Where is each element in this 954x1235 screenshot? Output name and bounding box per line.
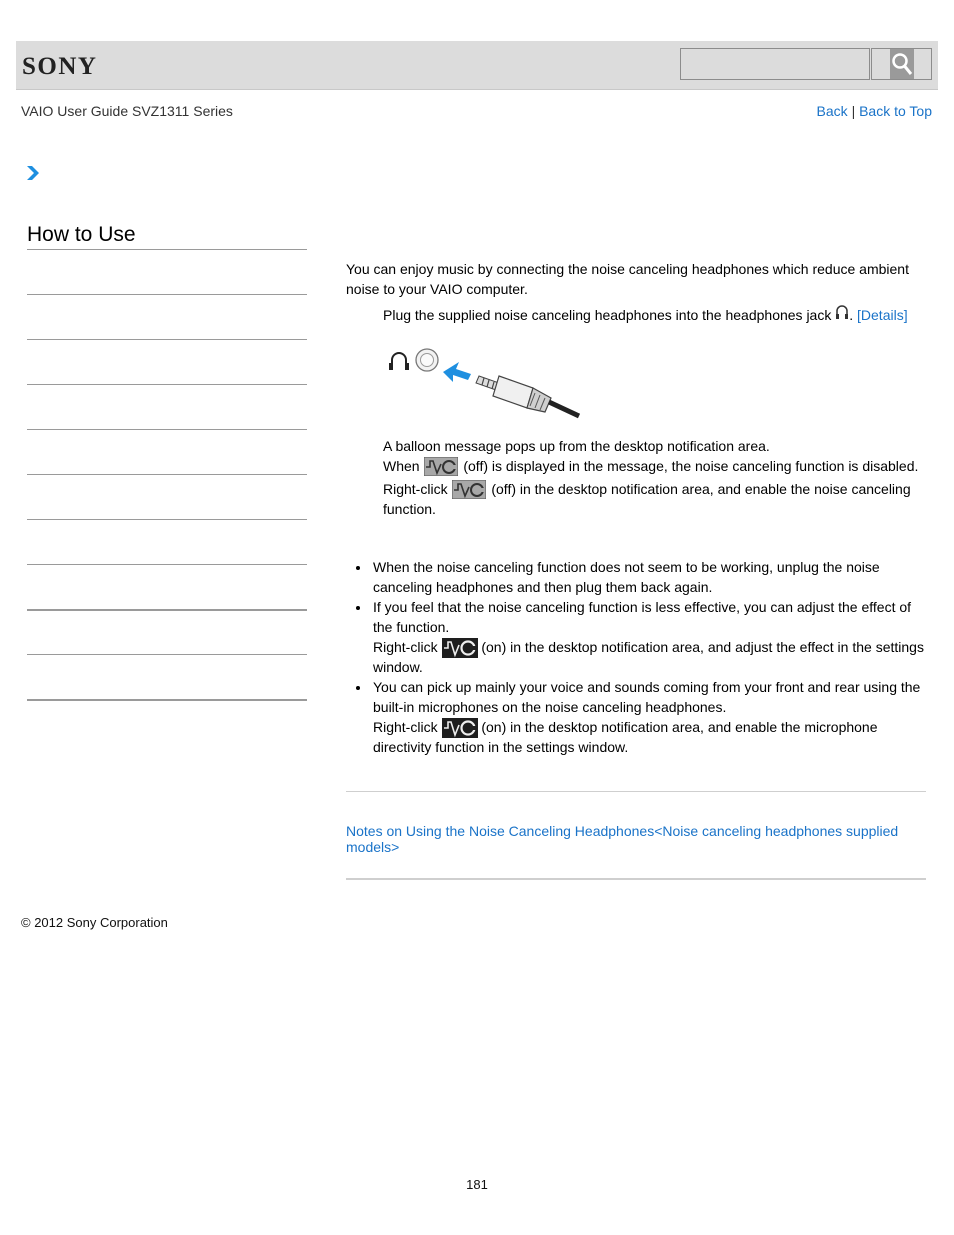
step-1-text: Plug the supplied noise canceling headph… (383, 307, 832, 323)
headphones-symbol (389, 352, 409, 370)
noise-canceling-off-icon (451, 479, 487, 500)
intro-text: You can enjoy music by connecting the no… (346, 261, 909, 297)
sidebar-item[interactable] (27, 384, 307, 429)
search-input[interactable] (680, 48, 870, 80)
divider (346, 791, 926, 792)
back-to-top-link[interactable]: Back to Top (859, 103, 932, 119)
right-click-text: Right-click (383, 481, 448, 497)
blue-arrow (443, 362, 471, 382)
related-link-noise-canceling-notes[interactable]: Notes on Using the Noise Canceling Headp… (346, 823, 898, 855)
sidebar-item[interactable] (27, 519, 307, 564)
noise-canceling-off-icon (423, 456, 459, 477)
note-item: When the noise canceling function does n… (356, 557, 926, 597)
search-button[interactable] (871, 48, 932, 80)
intro-paragraph: You can enjoy music by connecting the no… (346, 259, 926, 299)
note-text: You can pick up mainly your voice and so… (373, 679, 921, 715)
sidebar (27, 249, 307, 701)
notes-list: When the noise canceling function does n… (356, 557, 926, 757)
note-text: When the noise canceling function does n… (373, 559, 880, 595)
right-click-text: Right-click (373, 719, 438, 735)
headphone-jack-illustration (383, 340, 583, 425)
divider (346, 878, 926, 880)
details-link[interactable]: [Details] (857, 307, 908, 323)
when-text: When (383, 458, 420, 474)
noise-canceling-on-icon (442, 717, 479, 738)
step-1: Plug the supplied noise canceling headph… (383, 305, 928, 325)
top-links: Back | Back to Top (817, 103, 932, 119)
note-item: If you feel that the noise canceling fun… (356, 597, 926, 677)
note-text: If you feel that the noise canceling fun… (373, 599, 912, 635)
step-1-period: . (849, 307, 854, 323)
jack-port (415, 348, 439, 372)
sidebar-item[interactable] (27, 609, 307, 654)
sidebar-divider (27, 699, 307, 701)
sidebar-item[interactable] (27, 564, 307, 609)
back-link[interactable]: Back (817, 103, 848, 119)
sidebar-item[interactable] (27, 339, 307, 384)
note-item: You can pick up mainly your voice and so… (356, 677, 926, 757)
headphones-icon (835, 304, 849, 325)
copyright: © 2012 Sony Corporation (21, 915, 168, 930)
related-topics: Notes on Using the Noise Canceling Headp… (346, 823, 926, 855)
step-2: A balloon message pops up from the deskt… (383, 436, 928, 519)
header-bar: SONY (16, 41, 938, 90)
plug (475, 375, 581, 419)
page-number: 181 (466, 1177, 488, 1192)
sidebar-item[interactable] (27, 429, 307, 474)
sidebar-title: How to Use (27, 223, 136, 246)
link-separator: | (851, 103, 856, 119)
right-click-text: Right-click (373, 639, 438, 655)
sidebar-item[interactable] (27, 474, 307, 519)
guide-title: VAIO User Guide SVZ1311 Series (21, 103, 233, 119)
sidebar-item[interactable] (27, 294, 307, 339)
magnifier-icon (889, 49, 914, 79)
chevron-right-icon[interactable] (26, 165, 40, 184)
noise-canceling-on-icon (442, 637, 479, 658)
sidebar-item[interactable] (27, 654, 307, 699)
off-disabled-text: (off) is displayed in the message, the n… (463, 458, 919, 474)
balloon-message-text: A balloon message pops up from the deskt… (383, 438, 770, 454)
sidebar-item[interactable] (27, 249, 307, 294)
sony-logo: SONY (22, 53, 98, 80)
